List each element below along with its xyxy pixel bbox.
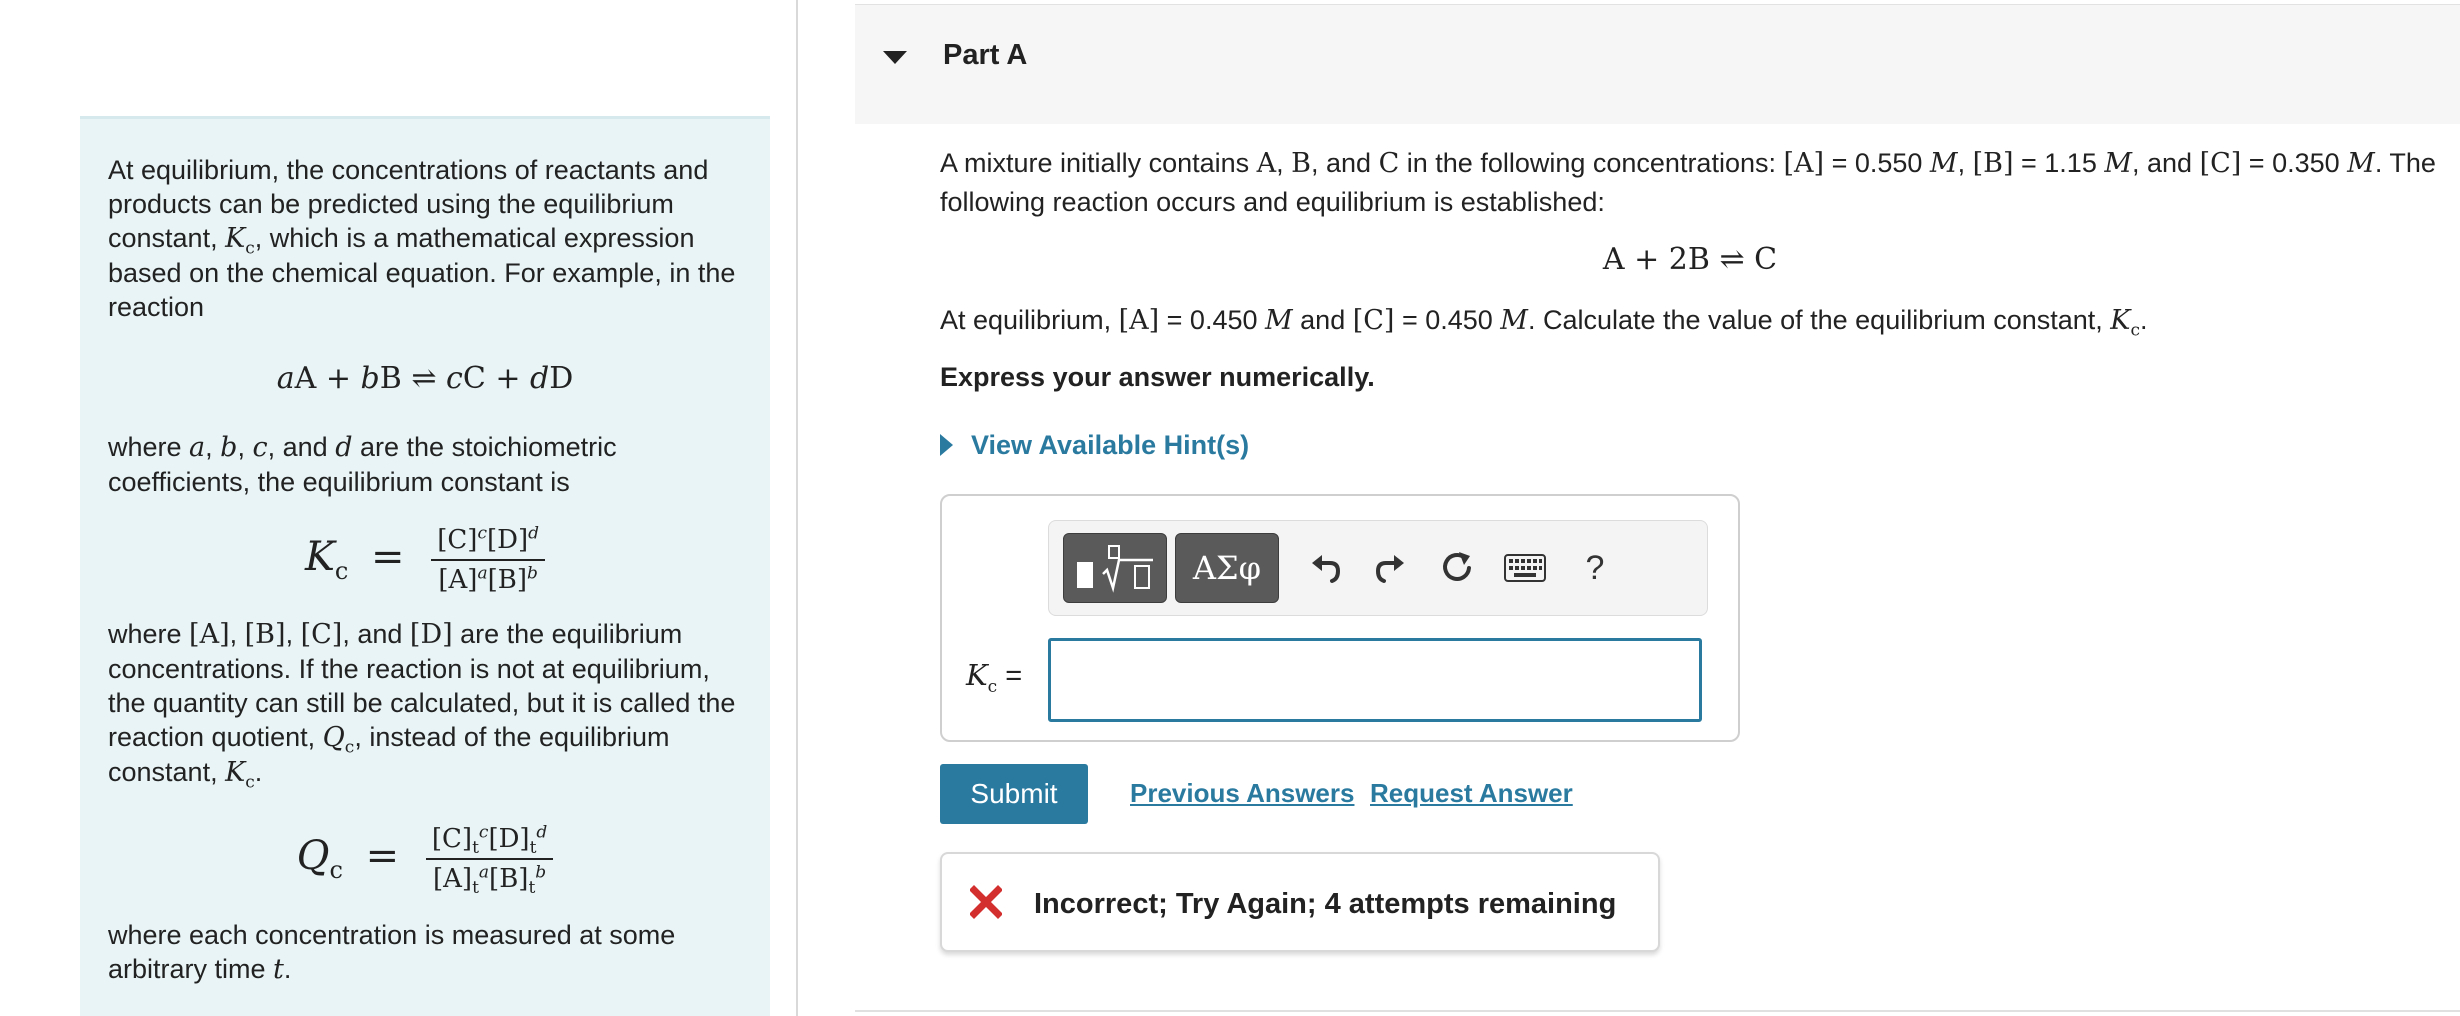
intro-paragraph-4: where each concentration is measured at … bbox=[108, 920, 676, 985]
intro-paragraph-3: where [A], [B], [C], and [D] are the equ… bbox=[108, 619, 736, 793]
keyboard-icon bbox=[1504, 554, 1546, 582]
reaction-equation: A + 2B ⇌ C bbox=[1602, 242, 1778, 277]
answer-box: ΑΣφ ? Kc = bbox=[940, 494, 1740, 742]
templates-button[interactable] bbox=[1063, 533, 1167, 603]
help-button[interactable]: ? bbox=[1567, 539, 1623, 597]
redo-icon bbox=[1375, 555, 1404, 583]
question-paragraph-1: A mixture initially contains A, B, and C… bbox=[940, 148, 2436, 217]
undo-icon bbox=[1312, 555, 1341, 583]
greek-symbols-button[interactable]: ΑΣφ bbox=[1175, 533, 1279, 603]
keyboard-button[interactable] bbox=[1495, 539, 1555, 597]
intro-panel: At equilibrium, the concentrations of re… bbox=[80, 116, 770, 1016]
kc-fraction: [C]c[D]d [A]a[B]b bbox=[431, 525, 546, 595]
kc-answer-input[interactable] bbox=[1048, 638, 1702, 722]
error-x-icon bbox=[970, 885, 1002, 919]
reset-button[interactable] bbox=[1429, 539, 1485, 597]
redo-button[interactable] bbox=[1363, 539, 1419, 597]
math-toolbar: ΑΣφ ? bbox=[1048, 520, 1708, 616]
kc-expression: Kc = [C]c[D]d [A]a[B]b bbox=[108, 525, 742, 595]
caret-down-icon[interactable] bbox=[883, 51, 907, 64]
kc-input-label: Kc = bbox=[966, 658, 1023, 697]
request-answer-link[interactable]: Request Answer bbox=[1370, 778, 1573, 809]
answer-instruction: Express your answer numerically. bbox=[940, 362, 1375, 392]
feedback-message: Incorrect; Try Again; 4 attempts remaini… bbox=[940, 852, 1660, 952]
panel-divider bbox=[796, 0, 798, 1016]
reset-icon bbox=[1443, 552, 1471, 581]
part-a-header[interactable]: Part A bbox=[855, 4, 2460, 124]
caret-right-icon bbox=[940, 434, 953, 456]
part-title: Part A bbox=[943, 39, 1028, 71]
intro-paragraph-2: where a, b, c, and d are the stoichiomet… bbox=[108, 432, 617, 497]
submit-button[interactable]: Submit bbox=[940, 764, 1088, 824]
section-divider bbox=[855, 1010, 2460, 1012]
feedback-text: Incorrect; Try Again; 4 attempts remaini… bbox=[1034, 888, 1617, 920]
undo-button[interactable] bbox=[1297, 539, 1353, 597]
templates-icon bbox=[1077, 545, 1153, 593]
view-hints-link[interactable]: View Available Hint(s) bbox=[940, 430, 1249, 461]
intro-paragraph-1: At equilibrium, the concentrations of re… bbox=[108, 155, 736, 322]
general-reaction-equation: aA + bB ⇌ cC + dD bbox=[276, 361, 574, 396]
question-paragraph-2: At equilibrium, [A] = 0.450 M and [C] = … bbox=[940, 305, 2148, 341]
previous-answers-link[interactable]: Previous Answers bbox=[1130, 778, 1354, 809]
qc-expression: Qc = [C]tc[D]td [A]ta[B]tb bbox=[108, 824, 742, 897]
qc-fraction: [C]tc[D]td [A]ta[B]tb bbox=[425, 824, 554, 897]
question-text: A mixture initially contains A, B, and C… bbox=[940, 144, 2440, 396]
